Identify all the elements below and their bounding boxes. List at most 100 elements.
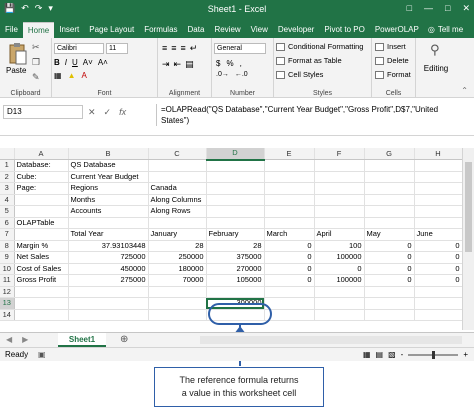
cell-d5[interactable] xyxy=(206,205,265,218)
cell-f3[interactable] xyxy=(314,182,365,195)
cell-table[interactable]: A B C D E F G H 1 Database: QS Database 2 Cube: Curre… xyxy=(0,148,463,321)
cell-a8[interactable]: Margin % xyxy=(14,240,69,252)
previous-sheet-icon[interactable]: ◀ xyxy=(6,335,12,344)
insert-cells-button[interactable]: Insert xyxy=(375,42,406,51)
name-box[interactable]: D13 xyxy=(3,105,83,119)
cell-g6[interactable] xyxy=(364,217,415,229)
new-sheet-icon[interactable]: ⊕ xyxy=(120,334,128,345)
tab-developer[interactable]: Developer xyxy=(273,22,319,38)
cell-a11[interactable]: Gross Profit xyxy=(14,274,69,287)
font-size-select[interactable]: 11 xyxy=(106,43,128,54)
cell-d8[interactable]: 28 xyxy=(206,240,265,252)
tab-data[interactable]: Data xyxy=(183,22,210,38)
cell-a9[interactable]: Net Sales xyxy=(14,251,69,264)
cell-a7[interactable] xyxy=(14,228,69,241)
tab-file[interactable]: File xyxy=(0,22,23,38)
cell-b9[interactable]: 725000 xyxy=(68,251,149,264)
cell-b6[interactable] xyxy=(68,217,149,229)
wrap-text-icon[interactable]: ↵ xyxy=(190,43,198,54)
row-header[interactable]: 9 xyxy=(0,251,15,264)
insert-function-icon[interactable]: fx xyxy=(119,107,126,118)
font-color-icon[interactable]: A xyxy=(81,71,86,80)
cell-g13[interactable] xyxy=(364,297,415,310)
cell-g12[interactable] xyxy=(364,286,415,298)
zoom-in-button[interactable]: + xyxy=(463,350,468,359)
decrease-decimal-icon[interactable]: ←.0 xyxy=(235,71,248,78)
cell-e6[interactable] xyxy=(264,217,315,229)
cell-h10[interactable]: 0 xyxy=(414,263,463,275)
cell-d10[interactable]: 270000 xyxy=(206,263,265,275)
cell-f9[interactable]: 100000 xyxy=(314,251,365,264)
collapse-ribbon-icon[interactable]: ⌃ xyxy=(461,86,468,95)
underline-button[interactable]: U xyxy=(72,58,78,67)
cell-h6[interactable] xyxy=(414,217,463,229)
cell-c10[interactable]: 180000 xyxy=(148,263,207,275)
font-name-select[interactable]: Calibri xyxy=(54,43,104,54)
align-right-icon[interactable]: ≡ xyxy=(181,43,186,54)
cell-c6[interactable] xyxy=(148,217,207,229)
row-header[interactable]: 14 xyxy=(0,309,15,321)
minimize-button[interactable]: — xyxy=(424,3,433,14)
format-cells-button[interactable]: Format xyxy=(375,70,411,79)
cell-a4[interactable] xyxy=(14,194,69,206)
next-sheet-icon[interactable]: ▶ xyxy=(22,335,28,344)
cell-d7[interactable]: February xyxy=(206,228,265,241)
row-header[interactable]: 4 xyxy=(0,194,15,206)
row-header[interactable]: 8 xyxy=(0,240,15,252)
cell-f8[interactable]: 100 xyxy=(314,240,365,252)
cell-c4[interactable]: Along Columns xyxy=(148,194,207,206)
cell-g1[interactable] xyxy=(364,159,415,172)
cell-d2[interactable] xyxy=(206,171,265,183)
row-header[interactable]: 10 xyxy=(0,263,15,275)
sheet-tab-sheet1[interactable]: Sheet1 xyxy=(58,333,106,347)
cell-g10[interactable]: 0 xyxy=(364,263,415,275)
cell-b3[interactable]: Regions xyxy=(68,182,149,195)
page-break-view-icon[interactable]: ▧ xyxy=(388,350,396,359)
cell-c1[interactable] xyxy=(148,159,207,172)
cell-h1[interactable] xyxy=(414,159,463,172)
cell-c2[interactable] xyxy=(148,171,207,183)
cell-e10[interactable]: 0 xyxy=(264,263,315,275)
row-header[interactable]: 11 xyxy=(0,274,15,287)
row-header[interactable]: 2 xyxy=(0,171,15,183)
cell-h5[interactable] xyxy=(414,205,463,218)
cell-b2[interactable]: Current Year Budget xyxy=(68,171,149,183)
ribbon-display-options-icon[interactable]: □ xyxy=(407,3,412,14)
enter-formula-icon[interactable]: ✓ xyxy=(104,107,112,118)
grow-font-icon[interactable]: A˅ xyxy=(83,58,93,67)
cell-d1[interactable] xyxy=(206,159,265,172)
cell-h4[interactable] xyxy=(414,194,463,206)
page-layout-view-icon[interactable]: ▤ xyxy=(376,350,384,359)
vertical-scroll-thumb[interactable] xyxy=(465,162,472,252)
cell-b5[interactable]: Accounts xyxy=(68,205,149,218)
cell-b8[interactable]: 37.93103448 xyxy=(68,240,149,252)
cell-c12[interactable] xyxy=(148,286,207,298)
cell-a12[interactable] xyxy=(14,286,69,298)
cell-a10[interactable]: Cost of Sales xyxy=(14,263,69,275)
cell-g5[interactable] xyxy=(364,205,415,218)
cell-d12[interactable] xyxy=(206,286,265,298)
cell-c7[interactable]: January xyxy=(148,228,207,241)
cell-e2[interactable] xyxy=(264,171,315,183)
cell-e4[interactable] xyxy=(264,194,315,206)
shrink-font-icon[interactable]: A˄ xyxy=(98,58,108,67)
cell-h13[interactable] xyxy=(414,297,463,310)
cell-d11[interactable]: 105000 xyxy=(206,274,265,287)
cell-g9[interactable]: 0 xyxy=(364,251,415,264)
increase-decimal-icon[interactable]: .0→ xyxy=(216,71,229,78)
format-as-table-button[interactable]: Format as Table xyxy=(276,56,342,65)
copy-icon[interactable]: ❐ xyxy=(32,57,40,68)
align-left-icon[interactable]: ≡ xyxy=(162,43,167,54)
column-header-b[interactable]: B xyxy=(68,148,149,160)
cell-d4[interactable] xyxy=(206,194,265,206)
cell-h14[interactable] xyxy=(414,309,463,321)
indent-icon[interactable]: ⇥ xyxy=(162,59,170,70)
cell-b14[interactable] xyxy=(68,309,149,321)
cell-g2[interactable] xyxy=(364,171,415,183)
currency-button[interactable]: $ xyxy=(216,59,220,68)
column-header-a[interactable]: A xyxy=(14,148,69,160)
zoom-slider[interactable] xyxy=(408,350,459,359)
vertical-scrollbar[interactable] xyxy=(462,148,474,330)
cell-a3[interactable]: Page: xyxy=(14,182,69,195)
tab-formulas[interactable]: Formulas xyxy=(139,22,182,38)
